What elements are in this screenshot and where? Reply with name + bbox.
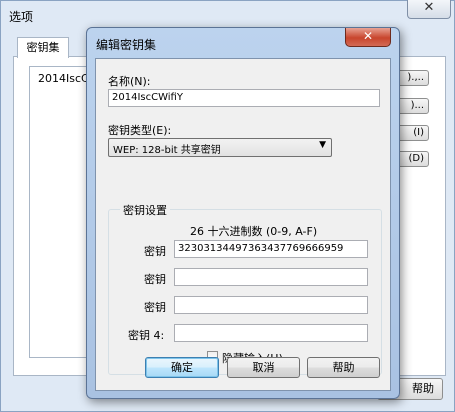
tab-keysets[interactable]: 密钥集 [17, 37, 69, 58]
cancel-button[interactable]: 取消 [227, 357, 300, 378]
dialog-title: 编辑密钥集 [96, 38, 157, 52]
name-field[interactable]: 2014IscCWifiY [108, 89, 380, 107]
chevron-down-icon: ▼ [319, 140, 326, 150]
key-1-field[interactable]: 32303134497363437769666959 [174, 240, 368, 258]
hex-hint: 26 十六进制数 (0-9, A-F) [190, 225, 318, 238]
key-2-field[interactable] [174, 268, 368, 286]
key-1-label: 密钥 [144, 245, 166, 258]
key-settings-legend: 密钥设置 [120, 202, 170, 218]
dialog-body: 名称(N): 2014IscCWifiY 密钥类型(E): WEP: 128-b… [95, 58, 391, 391]
dialog-close-icon[interactable]: ✕ [345, 28, 391, 47]
options-window-title: 选项 [9, 10, 34, 24]
key-type-value: WEP: 128-bit 共享密钥 [113, 145, 221, 156]
key-type-select[interactable]: WEP: 128-bit 共享密钥 ▼ [108, 138, 332, 157]
key-2-label: 密钥 [144, 273, 166, 286]
key-4-label: 密钥 4: [128, 329, 165, 342]
key-3-label: 密钥 [144, 301, 166, 314]
help-button[interactable]: 帮助 [307, 357, 380, 378]
edit-keyset-dialog: 编辑密钥集 ✕ 名称(N): 2014IscCWifiY 密钥类型(E): WE… [86, 27, 400, 399]
key-3-field[interactable] [174, 296, 368, 314]
options-close-icon[interactable]: ✕ [407, 0, 451, 19]
key-4-field[interactable] [174, 324, 368, 342]
name-label: 名称(N): [108, 75, 151, 88]
ok-button[interactable]: 确定 [145, 357, 219, 378]
key-type-label: 密钥类型(E): [108, 124, 172, 137]
